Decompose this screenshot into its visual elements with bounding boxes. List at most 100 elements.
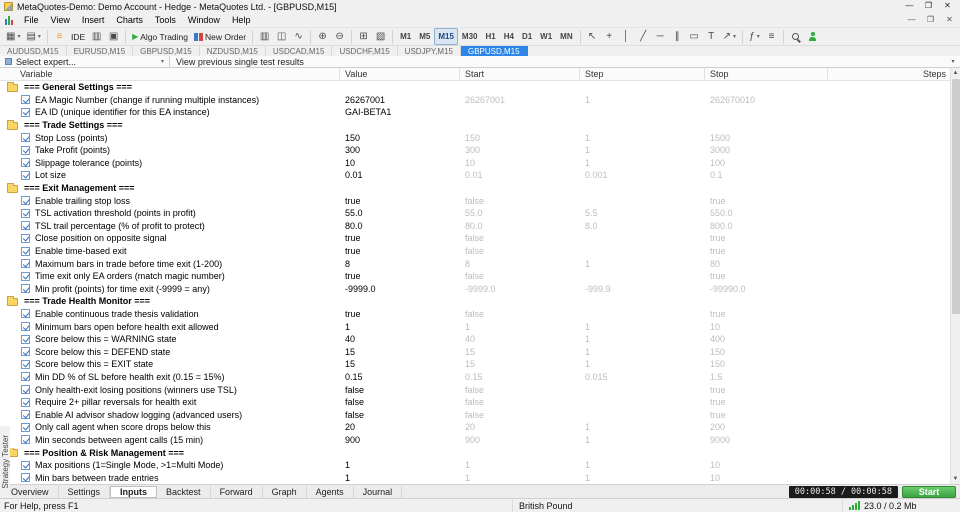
menu-item-insert[interactable]: Insert	[76, 14, 111, 26]
stop-cell[interactable]: true	[705, 196, 828, 206]
step-cell[interactable]: 1	[580, 334, 705, 344]
start-button[interactable]: Start	[902, 485, 956, 498]
stop-cell[interactable]: 1.5	[705, 372, 828, 382]
community-account-button[interactable]	[804, 28, 821, 45]
param-row[interactable]: Max positions (1=Single Mode, >1=Multi M…	[0, 459, 950, 472]
layouts-button[interactable]: ▣	[105, 28, 122, 45]
start-cell[interactable]: 300	[460, 145, 580, 155]
start-cell[interactable]: false	[460, 410, 580, 420]
step-cell[interactable]: 1	[580, 473, 705, 483]
tester-tab-agents[interactable]: Agents	[307, 485, 354, 498]
value-cell[interactable]: 40	[340, 334, 460, 344]
value-cell[interactable]: true	[340, 271, 460, 281]
chart-tab[interactable]: NZDUSD,M15	[200, 46, 266, 56]
start-cell[interactable]: false	[460, 271, 580, 281]
tester-tab-journal[interactable]: Journal	[354, 485, 403, 498]
stop-cell[interactable]: 200	[705, 422, 828, 432]
stop-cell[interactable]: true	[705, 246, 828, 256]
param-checkbox[interactable]	[21, 309, 30, 319]
timeframe-h1-button[interactable]: H1	[481, 28, 499, 45]
menu-item-tools[interactable]: Tools	[149, 14, 182, 26]
stop-cell[interactable]: true	[705, 385, 828, 395]
chart-tab[interactable]: USDJPY,M15	[398, 46, 461, 56]
value-cell[interactable]: 10	[340, 158, 460, 168]
tile-windows-button[interactable]: ⊞	[355, 28, 372, 45]
start-cell[interactable]: 26267001	[460, 95, 580, 105]
value-cell[interactable]: 8	[340, 259, 460, 269]
select-expert-dropdown[interactable]: Select expert... ▾	[0, 56, 170, 67]
timeframe-mn-button[interactable]: MN	[556, 28, 576, 45]
value-cell[interactable]: true	[340, 233, 460, 243]
value-cell[interactable]: 150	[340, 133, 460, 143]
cascade-windows-button[interactable]: ▧	[372, 28, 389, 45]
menu-item-file[interactable]: File	[18, 14, 45, 26]
stop-cell[interactable]: 1500	[705, 133, 828, 143]
step-cell[interactable]: -999.9	[580, 284, 705, 294]
start-cell[interactable]: false	[460, 196, 580, 206]
channel-tool-button[interactable]: ∥	[669, 28, 686, 45]
param-checkbox[interactable]	[21, 460, 30, 470]
menu-item-view[interactable]: View	[45, 14, 76, 26]
param-checkbox[interactable]	[21, 473, 30, 483]
value-cell[interactable]: true	[340, 309, 460, 319]
results-dropdown-button[interactable]: ▾	[946, 56, 960, 67]
timeframe-m5-button[interactable]: M5	[415, 28, 434, 45]
param-checkbox[interactable]	[21, 435, 30, 445]
stop-cell[interactable]: 10	[705, 322, 828, 332]
previous-results-label[interactable]: View previous single test results	[170, 56, 946, 67]
close-button[interactable]: ✕	[939, 1, 956, 12]
param-row[interactable]: Maximum bars in trade before time exit (…	[0, 257, 950, 270]
stop-cell[interactable]: 100	[705, 158, 828, 168]
stop-cell[interactable]: 10	[705, 473, 828, 483]
start-cell[interactable]: 40	[460, 334, 580, 344]
menu-item-window[interactable]: Window	[182, 14, 226, 26]
value-cell[interactable]: 15	[340, 359, 460, 369]
param-checkbox[interactable]	[21, 246, 30, 256]
zoom-out-button[interactable]: ⊖	[331, 28, 348, 45]
step-cell[interactable]: 1	[580, 347, 705, 357]
profiles-button[interactable]: ▤ ▾	[23, 28, 43, 45]
step-cell[interactable]: 0.001	[580, 170, 705, 180]
stop-cell[interactable]: 262670010	[705, 95, 828, 105]
param-row[interactable]: Stop Loss (points) 150 150 1 1500	[0, 131, 950, 144]
chart-tab[interactable]: AUDUSD,M15	[0, 46, 67, 56]
step-cell[interactable]: 1	[580, 322, 705, 332]
param-row[interactable]: Min bars between trade entries 1 1 1 10	[0, 471, 950, 484]
indicators-button[interactable]: ƒ ▾	[746, 28, 763, 45]
step-cell[interactable]: 1	[580, 435, 705, 445]
value-cell[interactable]: false	[340, 385, 460, 395]
text-tool-button[interactable]: T	[703, 28, 720, 45]
scrollbar-thumb[interactable]	[952, 79, 960, 314]
stop-cell[interactable]: 9000	[705, 435, 828, 445]
param-row[interactable]: EA Magic Number (change if running multi…	[0, 94, 950, 107]
param-checkbox[interactable]	[21, 145, 30, 155]
start-cell[interactable]: false	[460, 246, 580, 256]
start-cell[interactable]: 1	[460, 322, 580, 332]
group-row[interactable]: === Position & Risk Management ===	[0, 446, 950, 459]
new-chart-button[interactable]: ▦ ▾	[3, 28, 23, 45]
tester-tab-backtest[interactable]: Backtest	[157, 485, 211, 498]
value-cell[interactable]: GAI-BETA1	[340, 107, 460, 117]
start-cell[interactable]: -9999.0	[460, 284, 580, 294]
param-row[interactable]: Enable trailing stop loss true false true	[0, 194, 950, 207]
vertical-scrollbar[interactable]: ▲ ▼	[950, 68, 960, 484]
tester-tab-overview[interactable]: Overview	[2, 485, 59, 498]
stop-cell[interactable]: 0.1	[705, 170, 828, 180]
timeframe-h4-button[interactable]: H4	[500, 28, 518, 45]
param-row[interactable]: Close position on opposite signal true fal…	[0, 232, 950, 245]
param-row[interactable]: Min seconds between agent calls (15 min)…	[0, 434, 950, 447]
start-cell[interactable]: 0.15	[460, 372, 580, 382]
start-cell[interactable]: 10	[460, 158, 580, 168]
chart-tab[interactable]: GBPUSD,M15	[461, 46, 528, 56]
value-cell[interactable]: 900	[340, 435, 460, 445]
menu-item-help[interactable]: Help	[226, 14, 257, 26]
param-row[interactable]: Score below this = WARNING state 40 40 1 400	[0, 333, 950, 346]
step-cell[interactable]: 0.015	[580, 372, 705, 382]
param-row[interactable]: Only health-exit losing positions (winne…	[0, 383, 950, 396]
scroll-up-icon[interactable]: ▲	[951, 68, 960, 78]
start-cell[interactable]: 900	[460, 435, 580, 445]
value-cell[interactable]: 20	[340, 422, 460, 432]
group-row[interactable]: === Trade Settings ===	[0, 119, 950, 132]
step-cell[interactable]: 1	[580, 422, 705, 432]
param-checkbox[interactable]	[21, 422, 30, 432]
